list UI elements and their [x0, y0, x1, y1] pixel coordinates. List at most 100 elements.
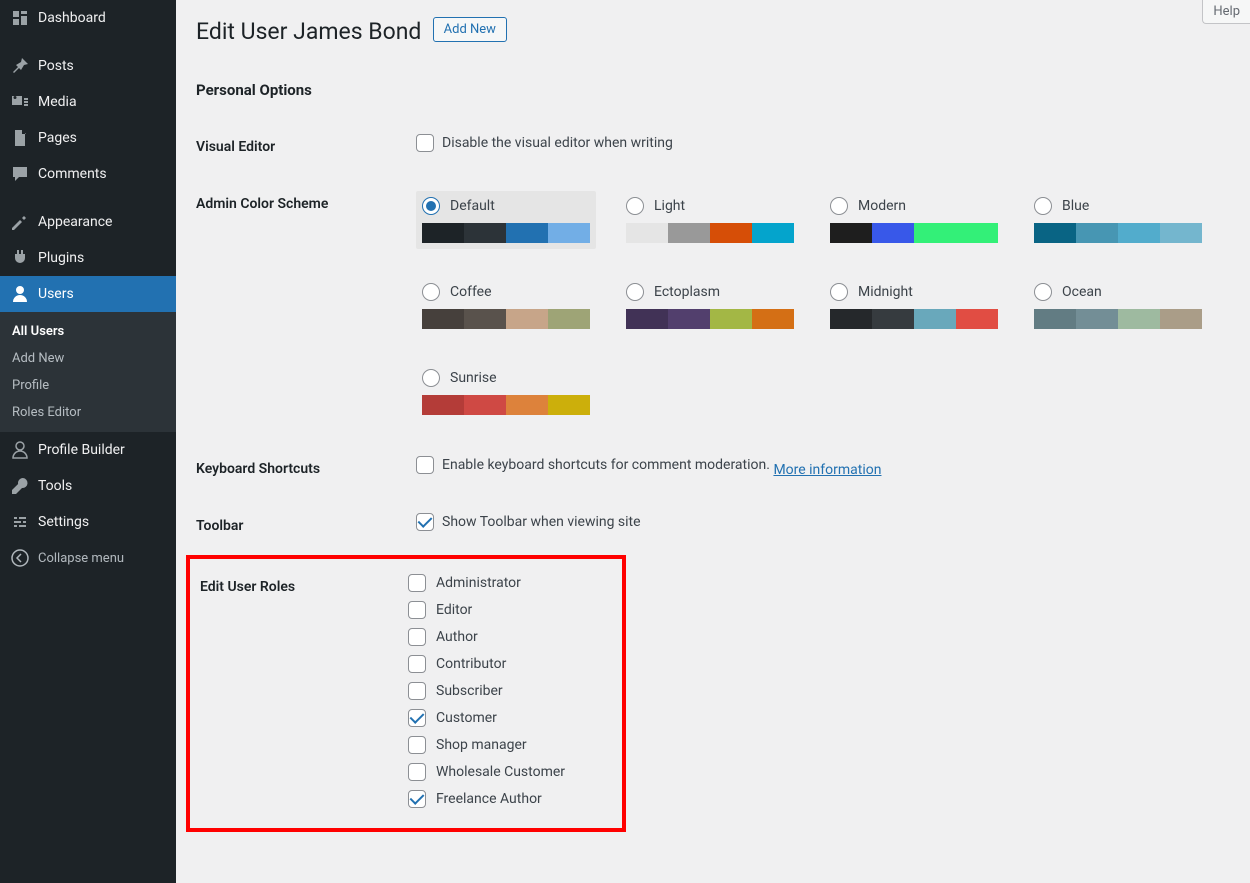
color-scheme-radio[interactable]: [830, 197, 848, 215]
more-information-link[interactable]: More information: [773, 462, 881, 478]
sidebar-item-label: Dashboard: [38, 10, 106, 26]
shortcuts-option[interactable]: Enable keyboard shortcuts for comment mo…: [416, 456, 770, 474]
color-scheme-option[interactable]: Modern: [824, 191, 1004, 249]
role-checkbox[interactable]: [408, 763, 426, 781]
sidebar-item-users[interactable]: Users: [0, 276, 176, 312]
color-swatches: [1034, 223, 1202, 243]
shortcuts-checkbox[interactable]: [416, 456, 434, 474]
color-swatches: [626, 309, 794, 329]
roles-list: Administrator Editor Author Contributor Subs…: [408, 574, 612, 808]
tools-icon: [10, 476, 30, 496]
sidebar-item-media[interactable]: Media: [0, 84, 176, 120]
color-scheme-option[interactable]: Sunrise: [416, 363, 596, 421]
role-name: Wholesale Customer: [436, 764, 565, 780]
submenu-roles-editor[interactable]: Roles Editor: [0, 399, 176, 426]
color-scheme-name: Blue: [1062, 198, 1089, 214]
role-checkbox[interactable]: [408, 601, 426, 619]
visual-editor-checkbox[interactable]: [416, 134, 434, 152]
sidebar-item-comments[interactable]: Comments: [0, 156, 176, 192]
plugins-icon: [10, 248, 30, 268]
color-scheme-option[interactable]: Light: [620, 191, 800, 249]
submenu-profile[interactable]: Profile: [0, 372, 176, 399]
shortcuts-text: Enable keyboard shortcuts for comment mo…: [442, 457, 770, 473]
users-icon: [10, 284, 30, 304]
color-scheme-radio[interactable]: [830, 283, 848, 301]
sidebar-item-pages[interactable]: Pages: [0, 120, 176, 156]
pages-icon: [10, 128, 30, 148]
color-scheme-name: Midnight: [858, 284, 913, 300]
role-name: Subscriber: [436, 683, 503, 699]
role-item[interactable]: Editor: [408, 601, 612, 619]
role-item[interactable]: Administrator: [408, 574, 612, 592]
color-scheme-radio[interactable]: [422, 283, 440, 301]
role-checkbox[interactable]: [408, 790, 426, 808]
submenu-add-new[interactable]: Add New: [0, 345, 176, 372]
appearance-icon: [10, 212, 30, 232]
role-name: Contributor: [436, 656, 506, 672]
visual-editor-label: Visual Editor: [196, 119, 416, 176]
role-item[interactable]: Shop manager: [408, 736, 612, 754]
role-item[interactable]: Contributor: [408, 655, 612, 673]
sidebar-item-plugins[interactable]: Plugins: [0, 240, 176, 276]
role-name: Customer: [436, 710, 497, 726]
role-name: Shop manager: [436, 737, 527, 753]
role-name: Freelance Author: [436, 791, 542, 807]
color-scheme-option[interactable]: Ectoplasm: [620, 277, 800, 335]
color-scheme-radio[interactable]: [626, 197, 644, 215]
profile-builder-icon: [10, 440, 30, 460]
role-checkbox[interactable]: [408, 574, 426, 592]
toolbar-label: Toolbar: [196, 498, 416, 555]
add-new-button[interactable]: Add New: [433, 17, 507, 42]
sidebar-item-label: Comments: [38, 166, 107, 182]
color-scheme-radio[interactable]: [1034, 197, 1052, 215]
role-checkbox[interactable]: [408, 736, 426, 754]
help-tab[interactable]: Help: [1202, 0, 1250, 24]
collapse-label: Collapse menu: [38, 551, 124, 566]
dashboard-icon: [10, 8, 30, 28]
color-scheme-radio[interactable]: [422, 369, 440, 387]
shortcuts-label: Keyboard Shortcuts: [196, 441, 416, 498]
toolbar-option[interactable]: Show Toolbar when viewing site: [416, 513, 641, 531]
color-scheme-option[interactable]: Coffee: [416, 277, 596, 335]
color-scheme-radio[interactable]: [626, 283, 644, 301]
sidebar-item-appearance[interactable]: Appearance: [0, 204, 176, 240]
sidebar-item-label: Profile Builder: [38, 442, 125, 458]
page-title: Edit User James Bond: [196, 0, 421, 49]
color-scheme-radio[interactable]: [422, 197, 440, 215]
role-item[interactable]: Customer: [408, 709, 612, 727]
color-scheme-radio[interactable]: [1034, 283, 1052, 301]
role-checkbox[interactable]: [408, 655, 426, 673]
role-item[interactable]: Author: [408, 628, 612, 646]
sidebar-item-tools[interactable]: Tools: [0, 468, 176, 504]
color-swatches: [422, 309, 590, 329]
admin-sidebar: Dashboard Posts Media Pages Comments App…: [0, 0, 176, 883]
role-item[interactable]: Subscriber: [408, 682, 612, 700]
visual-editor-option[interactable]: Disable the visual editor when writing: [416, 134, 673, 152]
role-item[interactable]: Wholesale Customer: [408, 763, 612, 781]
color-scheme-name: Ectoplasm: [654, 284, 720, 300]
sidebar-item-label: Tools: [38, 478, 72, 494]
sidebar-item-posts[interactable]: Posts: [0, 48, 176, 84]
color-scheme-option[interactable]: Default: [416, 191, 596, 249]
role-checkbox[interactable]: [408, 682, 426, 700]
sidebar-item-settings[interactable]: Settings: [0, 504, 176, 540]
color-swatches: [830, 223, 998, 243]
color-scheme-option[interactable]: Ocean: [1028, 277, 1208, 335]
toolbar-checkbox[interactable]: [416, 513, 434, 531]
color-scheme-option[interactable]: Blue: [1028, 191, 1208, 249]
color-scheme-name: Light: [654, 198, 685, 214]
media-icon: [10, 92, 30, 112]
color-scheme-name: Modern: [858, 198, 906, 214]
content-area: Help Edit User James Bond Add New Person…: [176, 0, 1250, 883]
color-swatches: [830, 309, 998, 329]
submenu-all-users[interactable]: All Users: [0, 318, 176, 345]
color-scheme-option[interactable]: Midnight: [824, 277, 1004, 335]
role-checkbox[interactable]: [408, 709, 426, 727]
role-item[interactable]: Freelance Author: [408, 790, 612, 808]
sidebar-item-dashboard[interactable]: Dashboard: [0, 0, 176, 36]
role-checkbox[interactable]: [408, 628, 426, 646]
sidebar-item-label: Appearance: [38, 214, 112, 230]
sidebar-item-profile-builder[interactable]: Profile Builder: [0, 432, 176, 468]
collapse-menu[interactable]: Collapse menu: [0, 540, 176, 576]
visual-editor-text: Disable the visual editor when writing: [442, 135, 673, 151]
